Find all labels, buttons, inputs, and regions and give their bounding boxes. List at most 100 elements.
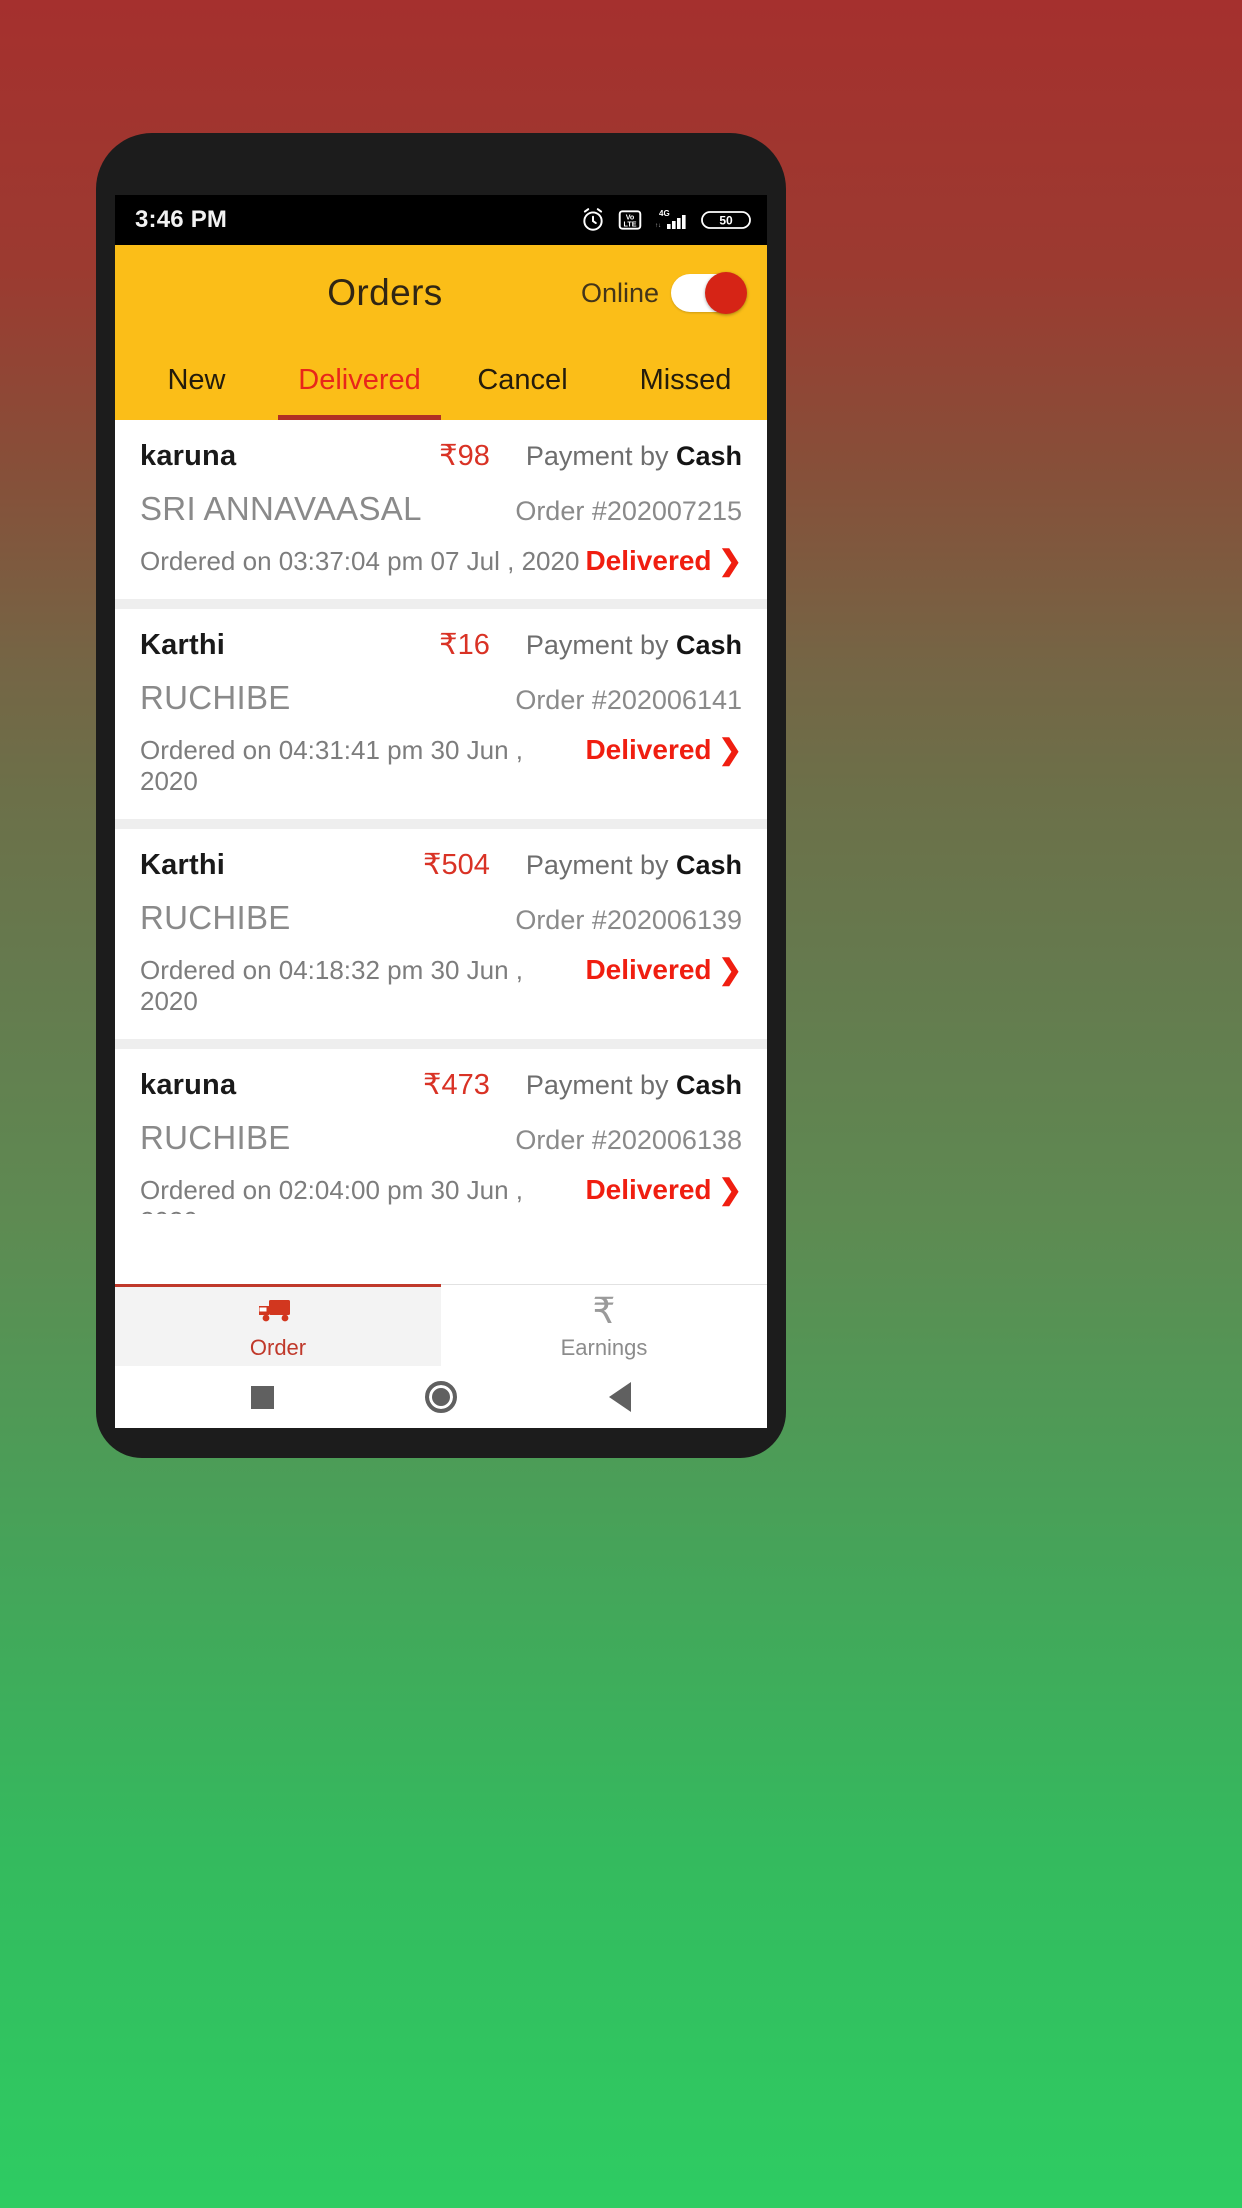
payment-prefix: Payment by bbox=[525, 1070, 676, 1100]
tab-delivered-label: Delivered bbox=[298, 364, 421, 396]
toggle-knob bbox=[705, 272, 747, 314]
status-bar-icons: Vo LTE 4G ↑↓ 50 bbox=[580, 207, 753, 233]
order-status-link[interactable]: Delivered ❯ bbox=[585, 734, 742, 766]
online-label: Online bbox=[580, 277, 659, 308]
tab-delivered[interactable]: Delivered bbox=[278, 341, 441, 420]
status-badge: Delivered bbox=[585, 545, 712, 576]
order-header-row: Karthi ₹504 Payment by Cash bbox=[140, 847, 742, 882]
svg-text:4G: 4G bbox=[659, 209, 670, 218]
tab-new[interactable]: New bbox=[115, 341, 278, 420]
rupee-glyph: ₹ bbox=[592, 1289, 616, 1331]
chevron-right-icon: ❯ bbox=[718, 545, 742, 576]
customer-name: Karthi bbox=[140, 849, 225, 881]
battery-icon: 50 bbox=[701, 207, 753, 233]
payment-method: Payment by Cash bbox=[526, 850, 742, 881]
payment-value: Cash bbox=[675, 441, 742, 471]
ordered-on: Ordered on 04:18:32 pm 30 Jun , 2020 bbox=[140, 955, 524, 1016]
payment-method: Payment by Cash bbox=[526, 630, 742, 661]
truck-icon bbox=[256, 1291, 300, 1331]
nav-item-order[interactable]: Order bbox=[115, 1284, 441, 1366]
back-triangle-icon[interactable] bbox=[609, 1382, 632, 1412]
alarm-icon bbox=[580, 207, 606, 233]
ordered-on: Ordered on 03:37:04 pm 07 Jul , 2020 bbox=[140, 546, 580, 576]
payment-prefix: Payment by bbox=[525, 441, 676, 471]
order-card[interactable]: karuna ₹98 Payment by Cash SRI ANNAVAASA… bbox=[115, 420, 767, 599]
order-amount: ₹98 bbox=[439, 440, 490, 472]
payment-prefix: Payment by bbox=[525, 630, 676, 660]
status-badge: Delivered bbox=[585, 734, 712, 765]
order-header-row: karuna ₹98 Payment by Cash bbox=[140, 438, 742, 473]
payment-value: Cash bbox=[675, 850, 742, 880]
phone-screen: 3:46 PM Vo LTE 4G ↑↓ 50 Orders Online Ne… bbox=[115, 195, 767, 1428]
tab-cancel-label: Cancel bbox=[477, 364, 568, 396]
status-bar-time: 3:46 PM bbox=[135, 206, 228, 233]
order-card[interactable]: Karthi ₹16 Payment by Cash RUCHIBE Order… bbox=[115, 609, 767, 819]
shop-name: RUCHIBE bbox=[140, 679, 291, 716]
order-status-link[interactable]: Delivered ❯ bbox=[585, 954, 742, 986]
signal-4g-icon: 4G ↑↓ bbox=[654, 207, 690, 233]
order-card[interactable]: Karthi ₹504 Payment by Cash RUCHIBE Orde… bbox=[115, 829, 767, 1039]
order-status-link[interactable]: Delivered ❯ bbox=[585, 545, 742, 577]
ordered-on: Ordered on 04:31:41 pm 30 Jun , 2020 bbox=[140, 735, 524, 796]
payment-method: Payment by Cash bbox=[526, 1070, 742, 1101]
chevron-right-icon: ❯ bbox=[718, 954, 742, 985]
app-bar: Orders Online bbox=[115, 245, 767, 341]
battery-level-text: 50 bbox=[719, 214, 733, 228]
online-toggle-group[interactable]: Online bbox=[580, 272, 747, 314]
order-number: Order #202007215 bbox=[515, 496, 742, 526]
nav-item-earnings-label: Earnings bbox=[560, 1334, 648, 1360]
tab-cancel[interactable]: Cancel bbox=[441, 341, 604, 420]
status-bar: 3:46 PM Vo LTE 4G ↑↓ 50 bbox=[115, 195, 767, 245]
chevron-right-icon: ❯ bbox=[718, 1174, 742, 1205]
payment-method: Payment by Cash bbox=[526, 441, 742, 472]
payment-value: Cash bbox=[675, 630, 742, 660]
order-header-row: karuna ₹473 Payment by Cash bbox=[140, 1067, 742, 1102]
order-meta: ₹504 Payment by Cash bbox=[423, 847, 742, 882]
bottom-navigation: Order ₹ Earnings bbox=[115, 1284, 767, 1366]
shop-name: SRI ANNAVAASAL bbox=[140, 490, 422, 527]
payment-prefix: Payment by bbox=[525, 850, 676, 880]
svg-text:LTE: LTE bbox=[624, 221, 637, 229]
order-shop-row: RUCHIBE Order #202006141 bbox=[140, 679, 742, 717]
order-number: Order #202006139 bbox=[515, 905, 742, 935]
order-number: Order #202006138 bbox=[515, 1125, 742, 1155]
order-status-link[interactable]: Delivered ❯ bbox=[585, 1174, 742, 1206]
order-list[interactable]: karuna ₹98 Payment by Cash SRI ANNAVAASA… bbox=[115, 420, 767, 1214]
shop-name: RUCHIBE bbox=[140, 1119, 291, 1156]
customer-name: karuna bbox=[140, 440, 237, 472]
home-circle-icon[interactable] bbox=[425, 1381, 458, 1413]
nav-item-order-label: Order bbox=[249, 1334, 307, 1360]
tab-new-label: New bbox=[167, 364, 226, 396]
order-shop-row: RUCHIBE Order #202006139 bbox=[140, 899, 742, 937]
volte-icon: Vo LTE bbox=[617, 207, 643, 233]
tab-missed-label: Missed bbox=[639, 364, 732, 396]
phone-frame: 3:46 PM Vo LTE 4G ↑↓ 50 Orders Online Ne… bbox=[96, 133, 786, 1458]
nav-item-earnings[interactable]: ₹ Earnings bbox=[441, 1285, 767, 1366]
android-navigation-bar bbox=[115, 1366, 767, 1428]
customer-name: Karthi bbox=[140, 629, 225, 661]
order-card[interactable]: karuna ₹473 Payment by Cash RUCHIBE Orde… bbox=[115, 1049, 767, 1214]
order-meta: ₹16 Payment by Cash bbox=[439, 627, 742, 662]
order-amount: ₹504 bbox=[423, 849, 490, 881]
shop-name: RUCHIBE bbox=[140, 899, 291, 936]
order-meta: ₹98 Payment by Cash bbox=[439, 438, 742, 473]
order-number: Order #202006141 bbox=[515, 685, 742, 715]
order-meta: ₹473 Payment by Cash bbox=[423, 1067, 742, 1102]
status-badge: Delivered bbox=[585, 1174, 712, 1205]
customer-name: karuna bbox=[140, 1069, 237, 1101]
tab-missed[interactable]: Missed bbox=[604, 341, 767, 420]
ordered-on: Ordered on 02:04:00 pm 30 Jun , 2020 bbox=[140, 1175, 524, 1214]
page-title: Orders bbox=[327, 272, 443, 313]
order-amount: ₹473 bbox=[423, 1069, 490, 1101]
chevron-right-icon: ❯ bbox=[718, 734, 742, 765]
recents-square-icon[interactable] bbox=[250, 1385, 274, 1409]
order-shop-row: SRI ANNAVAASAL Order #202007215 bbox=[140, 490, 742, 528]
order-footer-row: Ordered on 04:31:41 pm 30 Jun , 2020 Del… bbox=[140, 734, 742, 797]
order-footer-row: Ordered on 02:04:00 pm 30 Jun , 2020 Del… bbox=[140, 1174, 742, 1214]
online-toggle-switch[interactable] bbox=[671, 272, 747, 314]
svg-text:↑↓: ↑↓ bbox=[655, 223, 661, 229]
rupee-icon: ₹ bbox=[593, 1291, 616, 1331]
order-amount: ₹16 bbox=[439, 629, 490, 661]
order-shop-row: RUCHIBE Order #202006138 bbox=[140, 1119, 742, 1157]
order-footer-row: Ordered on 04:18:32 pm 30 Jun , 2020 Del… bbox=[140, 954, 742, 1017]
